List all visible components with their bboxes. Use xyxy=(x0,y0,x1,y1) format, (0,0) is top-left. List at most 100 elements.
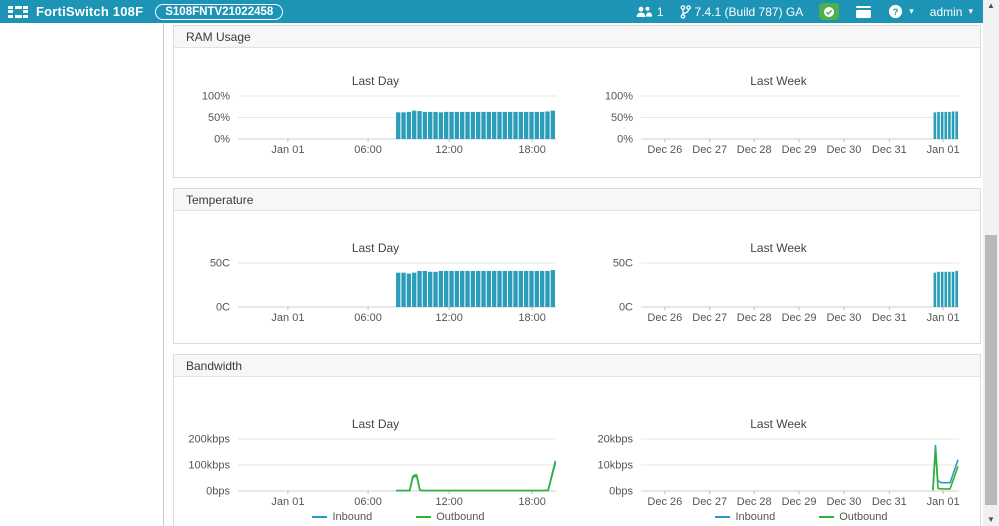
chart-title: Last Day xyxy=(351,241,400,255)
svg-text:?: ? xyxy=(893,7,899,18)
temperature-last-day-chart: Last Day 0C 50C Jan 01 06:00 12:00 18:00 xyxy=(174,211,577,343)
bar xyxy=(432,271,438,307)
bar xyxy=(470,111,475,139)
bar xyxy=(486,270,491,307)
x-tick-label: Dec 30 xyxy=(826,496,861,508)
bar xyxy=(933,272,936,307)
bar xyxy=(395,272,400,307)
legend-item-inbound[interactable]: Inbound xyxy=(312,511,372,523)
chart-title: Last Day xyxy=(351,74,400,88)
admin-menu[interactable]: admin ▾ xyxy=(930,5,973,19)
bandwidth-legend: Inbound Outbound xyxy=(715,511,888,523)
content-row: RAM Usage Last Day 0% 50% 100% Jan 01 06:00 1… xyxy=(0,23,983,526)
y-tick-label: 0% xyxy=(617,134,633,146)
y-tick-label: 20kbps xyxy=(597,434,633,446)
bandwidth-last-day-chart: Last Day 0bps 100kbps 200kbps Jan 01 06:00 12… xyxy=(174,377,577,526)
bar xyxy=(539,270,544,307)
product-title: FortiSwitch 108F xyxy=(36,4,144,19)
x-tick-label: Dec 28 xyxy=(736,496,771,508)
bar xyxy=(454,270,459,307)
bandwidth-last-week-plot: 0bps 10kbps 20kbps Dec 26 Dec 27 Dec 28 Dec 29… xyxy=(597,434,959,509)
bar xyxy=(491,111,496,139)
bar xyxy=(523,270,528,307)
x-tick-label: Dec 31 xyxy=(871,312,906,324)
bar xyxy=(550,110,555,139)
scrollbar-thumb[interactable] xyxy=(985,235,997,505)
legend-item-inbound[interactable]: Inbound xyxy=(715,511,775,523)
bar xyxy=(475,270,480,307)
legend-dash-icon xyxy=(312,516,328,518)
temperature-panel-title: Temperature xyxy=(174,189,980,211)
bar xyxy=(427,271,432,307)
x-tick-label: Dec 31 xyxy=(871,496,906,508)
cli-console-button[interactable] xyxy=(855,5,872,19)
legend-item-outbound[interactable]: Outbound xyxy=(819,511,888,523)
legend-dash-icon xyxy=(416,516,432,518)
bar xyxy=(550,270,555,307)
bar xyxy=(947,111,951,139)
top-navbar: FortiSwitch 108F S108FNTV21022458 1 7.4.… xyxy=(0,0,983,23)
x-tick-label: Dec 27 xyxy=(692,312,727,324)
x-tick-label: 12:00 xyxy=(435,496,463,508)
bar xyxy=(528,270,534,307)
bar xyxy=(507,270,512,307)
bar xyxy=(416,111,422,139)
temperature-last-week-plot: 0C 50C Dec 26 Dec 27 Dec 28 Dec 29 Dec 30 Dec 3… xyxy=(612,258,959,325)
app-viewport: FortiSwitch 108F S108FNTV21022458 1 7.4.… xyxy=(0,0,999,526)
bar xyxy=(496,111,502,139)
x-tick-label: 06:00 xyxy=(354,144,382,156)
vertical-scrollbar[interactable]: ▲ ▼ xyxy=(983,0,999,526)
x-tick-label: Dec 30 xyxy=(826,312,861,324)
x-tick-label: Dec 26 xyxy=(647,496,682,508)
bar xyxy=(936,111,940,139)
bar xyxy=(464,270,470,307)
bar xyxy=(395,112,400,139)
ram-last-week-chart: Last Week 0% 50% 100% Dec 26 Dec 27 Dec 28 Dec… xyxy=(577,48,980,177)
bandwidth-panel-title: Bandwidth xyxy=(174,355,980,377)
x-tick-label: Dec 30 xyxy=(826,144,861,156)
x-tick-label: Jan 01 xyxy=(926,144,959,156)
ram-last-week-plot: 0% 50% 100% Dec 26 Dec 27 Dec 28 Dec 29 Dec 30 D… xyxy=(604,91,959,157)
legend-dash-icon xyxy=(715,516,731,518)
bar xyxy=(443,111,448,139)
bar xyxy=(943,111,947,139)
user-count: 1 xyxy=(656,4,664,19)
fortinet-logo-icon xyxy=(8,5,28,18)
x-tick-label: Jan 01 xyxy=(926,496,959,508)
x-tick-label: Dec 28 xyxy=(736,144,771,156)
bar xyxy=(475,111,480,139)
x-tick-label: Dec 26 xyxy=(647,312,682,324)
bar xyxy=(954,270,958,307)
bar xyxy=(480,111,486,139)
x-tick-label: 18:00 xyxy=(518,312,546,324)
temperature-panel-body: Last Day 0C 50C Jan 01 06:00 12:00 18:00 Last… xyxy=(174,211,980,343)
x-tick-label: 06:00 xyxy=(354,496,382,508)
admin-label: admin xyxy=(929,4,963,19)
bar xyxy=(943,271,947,307)
legend-label: Outbound xyxy=(436,511,485,523)
bandwidth-legend: Inbound Outbound xyxy=(312,511,485,523)
ram-usage-panel-body: Last Day 0% 50% 100% Jan 01 06:00 12:00 18:00 … xyxy=(174,48,980,177)
x-tick-label: 12:00 xyxy=(435,312,463,324)
x-tick-label: Dec 27 xyxy=(692,144,727,156)
x-tick-label: Jan 01 xyxy=(926,312,959,324)
system-status[interactable] xyxy=(819,3,840,20)
bar xyxy=(448,270,454,307)
y-tick-label: 50C xyxy=(612,258,632,270)
scroll-up-arrow[interactable]: ▲ xyxy=(983,0,999,12)
x-tick-label: 12:00 xyxy=(435,144,463,156)
scroll-down-arrow[interactable]: ▼ xyxy=(983,514,999,526)
logged-in-users[interactable]: 1 xyxy=(636,5,664,19)
help-menu[interactable]: ? ▾ xyxy=(888,4,914,19)
legend-item-outbound[interactable]: Outbound xyxy=(416,511,485,523)
chart-title: Last Week xyxy=(750,74,807,88)
nav-sidebar xyxy=(0,23,164,526)
bar xyxy=(544,270,550,307)
y-tick-label: 10kbps xyxy=(597,460,633,472)
x-tick-label: Dec 27 xyxy=(692,496,727,508)
main-column: FortiSwitch 108F S108FNTV21022458 1 7.4.… xyxy=(0,0,983,526)
x-tick-label: Dec 31 xyxy=(871,144,906,156)
ram-last-day-plot: 0% 50% 100% Jan 01 06:00 12:00 18:00 xyxy=(201,91,556,156)
y-tick-label: 50% xyxy=(207,112,229,124)
x-tick-label: 06:00 xyxy=(354,312,382,324)
